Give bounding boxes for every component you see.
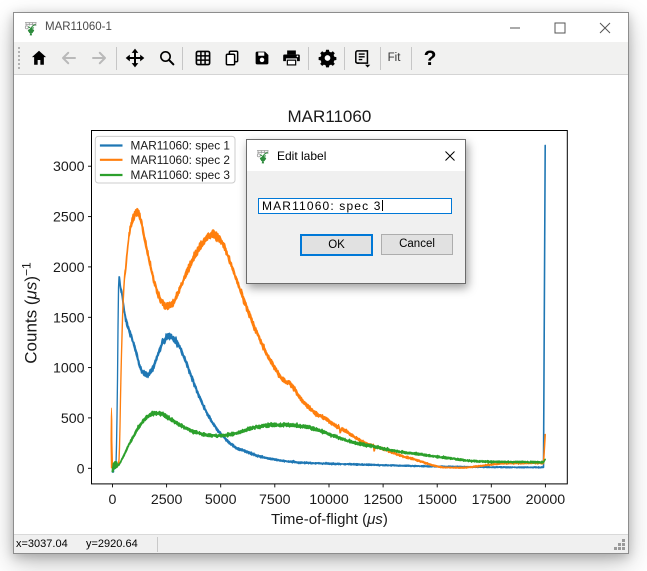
svg-text:3000: 3000 [53, 159, 85, 175]
svg-text:20000: 20000 [526, 492, 566, 508]
svg-text:1000: 1000 [53, 361, 85, 377]
svg-text:500: 500 [61, 411, 85, 427]
svg-text:10000: 10000 [309, 492, 349, 508]
svg-text:MAR11060: spec 3: MAR11060: spec 3 [131, 168, 231, 182]
svg-text:Counts (μs)−1: Counts (μs)−1 [20, 262, 41, 364]
svg-text:2000: 2000 [53, 260, 85, 276]
svg-text:MAR11060: spec 1: MAR11060: spec 1 [131, 139, 230, 153]
svg-text:12500: 12500 [363, 492, 403, 508]
svg-text:0: 0 [109, 492, 117, 508]
svg-text:MAR11060: MAR11060 [288, 107, 372, 126]
svg-text:Time-of-flight (μs): Time-of-flight (μs) [271, 511, 388, 528]
svg-text:15000: 15000 [417, 492, 457, 508]
svg-text:2500: 2500 [53, 210, 85, 226]
svg-text:5000: 5000 [205, 492, 237, 508]
svg-text:1500: 1500 [53, 310, 85, 326]
svg-text:17500: 17500 [472, 492, 512, 508]
svg-text:2500: 2500 [151, 492, 183, 508]
svg-text:MAR11060: spec 2: MAR11060: spec 2 [131, 153, 230, 167]
svg-text:0: 0 [77, 461, 85, 477]
svg-text:7500: 7500 [259, 492, 291, 508]
